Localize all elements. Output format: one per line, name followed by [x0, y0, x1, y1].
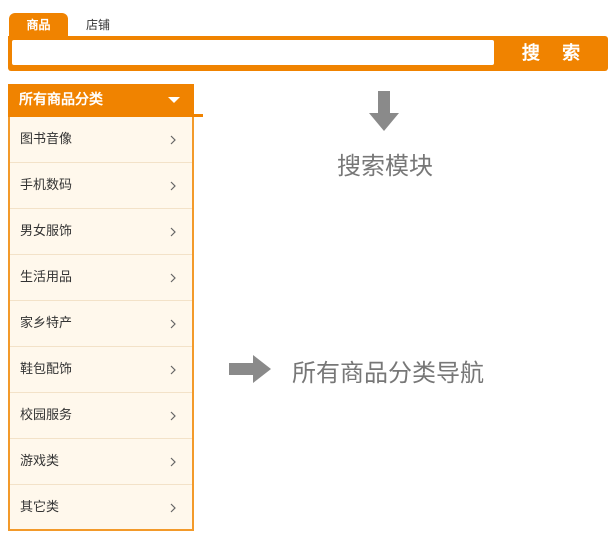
- search-input[interactable]: [12, 40, 494, 65]
- category-item-label: 鞋包配饰: [20, 362, 73, 377]
- category-header[interactable]: 所有商品分类: [8, 84, 194, 117]
- page-root: 商品 店铺 搜 索 所有商品分类 图书音像 手机数码 男女服饰 生活用品 家乡特…: [0, 0, 612, 544]
- chevron-right-icon: [170, 135, 176, 145]
- search-button[interactable]: 搜 索: [498, 40, 604, 67]
- arrow-down-icon: [369, 91, 399, 131]
- category-item-daily-goods[interactable]: 生活用品: [10, 255, 192, 301]
- category-item-apparel[interactable]: 男女服饰: [10, 209, 192, 255]
- search-module-annotation: 搜索模块: [337, 152, 433, 180]
- category-item-phones-digital[interactable]: 手机数码: [10, 163, 192, 209]
- category-item-books-media[interactable]: 图书音像: [10, 117, 192, 163]
- category-item-campus-services[interactable]: 校园服务: [10, 393, 192, 439]
- category-item-shoes-bags[interactable]: 鞋包配饰: [10, 347, 192, 393]
- category-item-label: 手机数码: [20, 178, 73, 193]
- tab-goods[interactable]: 商品: [9, 13, 68, 37]
- chevron-right-icon: [170, 503, 176, 513]
- category-item-label: 图书音像: [20, 132, 73, 147]
- category-list: 图书音像 手机数码 男女服饰 生活用品 家乡特产 鞋包配饰 校园服务 游戏类 其…: [8, 117, 194, 531]
- chevron-right-icon: [170, 411, 176, 421]
- category-item-others[interactable]: 其它类: [10, 485, 192, 531]
- category-item-label: 校园服务: [20, 408, 73, 423]
- category-item-games[interactable]: 游戏类: [10, 439, 192, 485]
- category-nav-annotation: 所有商品分类导航: [292, 359, 484, 387]
- category-item-label: 游戏类: [20, 454, 60, 469]
- tab-shop[interactable]: 店铺: [72, 13, 124, 37]
- header-underline: [194, 114, 203, 117]
- chevron-right-icon: [170, 227, 176, 237]
- chevron-right-icon: [170, 273, 176, 283]
- category-item-label: 生活用品: [20, 270, 73, 285]
- triangle-down-icon: [168, 97, 180, 103]
- category-item-local-specialties[interactable]: 家乡特产: [10, 301, 192, 347]
- category-header-label: 所有商品分类: [19, 92, 103, 108]
- category-item-label: 男女服饰: [20, 224, 73, 239]
- category-item-label: 家乡特产: [20, 316, 73, 331]
- chevron-right-icon: [170, 319, 176, 329]
- chevron-right-icon: [170, 457, 176, 467]
- category-item-label: 其它类: [20, 500, 60, 515]
- chevron-right-icon: [170, 181, 176, 191]
- chevron-right-icon: [170, 365, 176, 375]
- arrow-right-icon: [229, 355, 271, 383]
- search-bar: 搜 索: [8, 36, 608, 71]
